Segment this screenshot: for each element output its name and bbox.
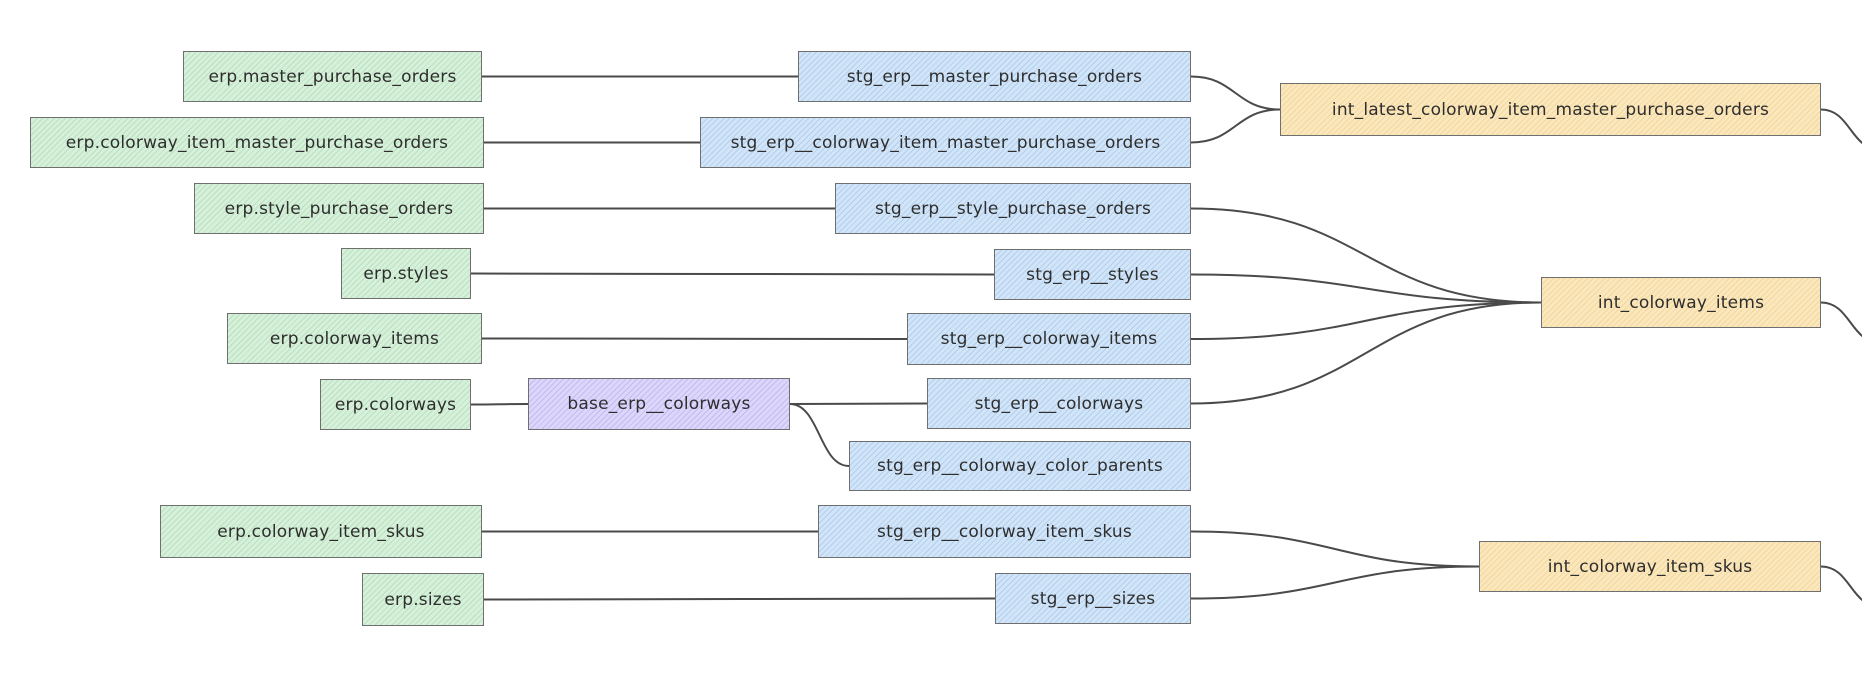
edge-int_cis-to-offscreen <box>1820 565 1862 601</box>
node-erp-colorway-item-master-purchase-orders[interactable]: erp.colorway_item_master_purchase_orders <box>30 117 484 168</box>
node-stg-erp-sizes[interactable]: stg_erp__sizes <box>995 573 1191 624</box>
node-stg-erp-colorway-item-master-purchase-orders[interactable]: stg_erp__colorway_item_master_purchase_o… <box>700 117 1191 168</box>
node-stg-erp-colorway-item-skus[interactable]: stg_erp__colorway_item_skus <box>818 505 1191 558</box>
edge-stg_sizes-to-int_cis <box>1190 565 1480 600</box>
node-base-erp-colorways[interactable]: base_erp__colorways <box>528 378 790 430</box>
node-erp-sizes[interactable]: erp.sizes <box>362 573 484 626</box>
node-stg-erp-colorway-items[interactable]: stg_erp__colorway_items <box>907 313 1191 365</box>
edge-stg_mpo-to-int_lcimpo <box>1190 75 1281 111</box>
node-stg-erp-colorway-color-parents[interactable]: stg_erp__colorway_color_parents <box>849 441 1191 491</box>
edge-stg_cimpo-to-int_lcimpo <box>1190 108 1281 144</box>
edge-stg_ci-to-int_ci <box>1190 301 1542 340</box>
edge-src_sizes-to-stg_sizes <box>483 597 996 601</box>
node-erp-colorways[interactable]: erp.colorways <box>320 379 471 430</box>
edge-stg_cw-to-int_ci <box>1190 301 1542 405</box>
edge-base_cw-to-stg_cw <box>789 402 928 405</box>
node-erp-colorway-item-skus[interactable]: erp.colorway_item_skus <box>160 505 482 558</box>
node-int-latest-colorway-item-master-purchase-orders[interactable]: int_latest_colorway_item_master_purchase… <box>1280 83 1821 136</box>
node-erp-master-purchase-orders[interactable]: erp.master_purchase_orders <box>183 51 482 102</box>
node-stg-erp-colorways[interactable]: stg_erp__colorways <box>927 378 1191 429</box>
node-stg-erp-master-purchase-orders[interactable]: stg_erp__master_purchase_orders <box>798 51 1191 102</box>
node-stg-erp-style-purchase-orders[interactable]: stg_erp__style_purchase_orders <box>835 183 1191 234</box>
node-stg-erp-styles[interactable]: stg_erp__styles <box>994 249 1191 300</box>
node-erp-colorway-items[interactable]: erp.colorway_items <box>227 313 482 364</box>
edge-base_cw-to-stg_ccp <box>789 403 850 467</box>
edge-stg_cis-to-int_cis <box>1190 530 1480 568</box>
node-erp-styles[interactable]: erp.styles <box>341 248 471 299</box>
node-int-colorway-items[interactable]: int_colorway_items <box>1541 277 1821 328</box>
node-int-colorway-item-skus[interactable]: int_colorway_item_skus <box>1479 541 1821 592</box>
edge-src_styles-to-stg_styles <box>470 272 995 276</box>
node-erp-style-purchase-orders[interactable]: erp.style_purchase_orders <box>194 183 484 234</box>
edge-int_ci-to-offscreen <box>1820 301 1862 337</box>
edge-src_cw-to-base_cw <box>470 403 529 406</box>
edge-int_lcimpo-to-offscreen <box>1820 108 1862 144</box>
edge-src_ci-to-stg_ci <box>481 337 908 340</box>
